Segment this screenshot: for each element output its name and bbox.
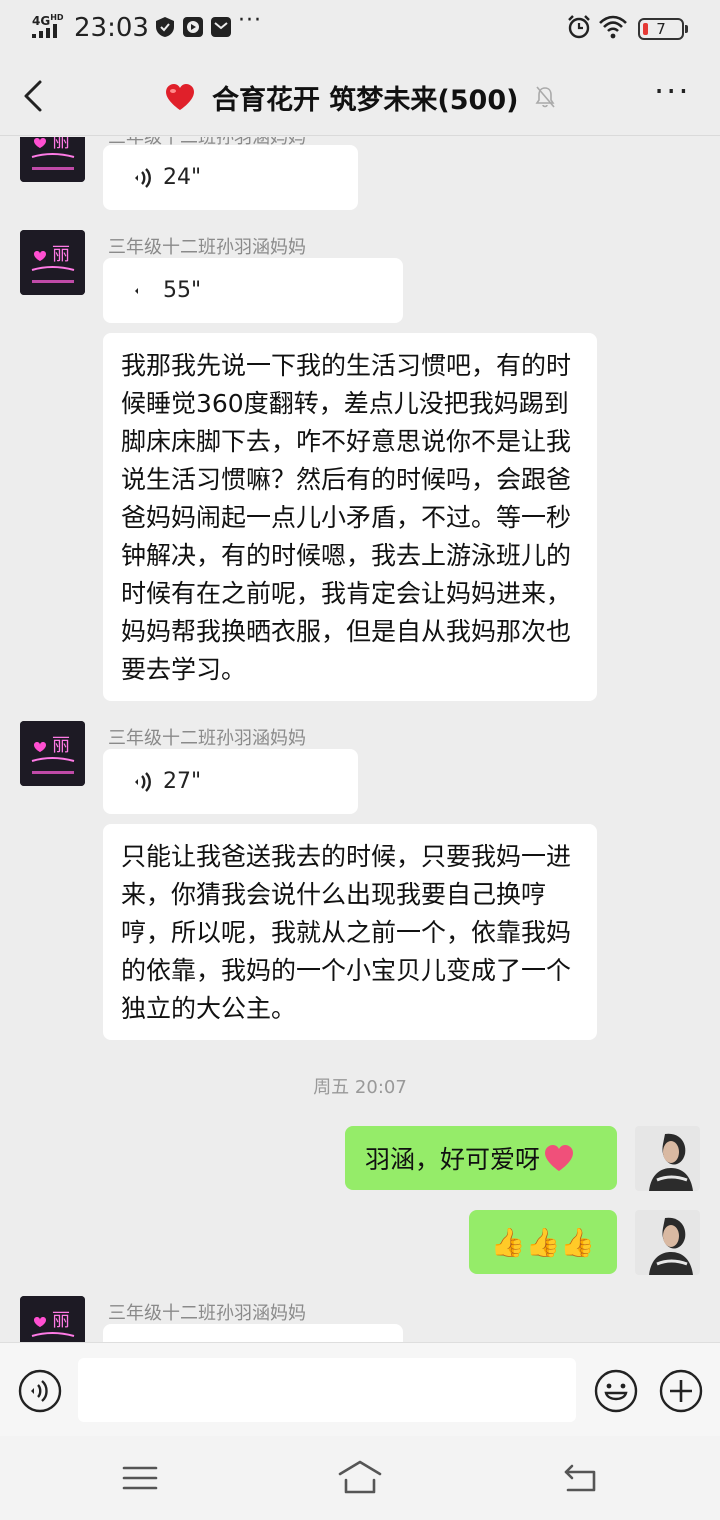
avatar[interactable]: 丽 <box>20 137 85 182</box>
back-nav-icon[interactable] <box>558 1458 602 1498</box>
svg-text:丽: 丽 <box>52 244 70 265</box>
back-icon[interactable] <box>16 76 52 116</box>
voice-message[interactable]: 27" <box>103 749 358 814</box>
voice-message[interactable]: 55" <box>103 258 403 323</box>
sender-name: 三年级十二班孙羽涵妈妈 <box>108 728 306 749</box>
menu-icon[interactable] <box>118 1458 162 1498</box>
voice-input-icon[interactable] <box>18 1369 62 1413</box>
more-icon: ··· <box>238 8 262 33</box>
self-text-message[interactable]: 羽涵，好可爱呀 <box>345 1126 617 1190</box>
wifi-icon <box>599 15 627 39</box>
timestamp: 周五 20:07 <box>313 1077 407 1098</box>
text-message[interactable]: 只能让我爸送我去的时候，只要我妈一进来，你猜我会说什么出现我要自己换哼哼，所以呢… <box>103 824 597 1040</box>
input-bar <box>0 1342 720 1436</box>
plus-icon[interactable] <box>659 1369 703 1413</box>
avatar[interactable]: 丽 <box>20 721 85 786</box>
voice-duration: 27" <box>163 769 202 794</box>
status-bar: 4GHD 23:03 ··· 7 <box>0 0 720 58</box>
signal-icon <box>32 24 57 38</box>
sender-name: 三年级十二班孙羽涵妈妈 <box>108 1303 306 1324</box>
voice-message[interactable] <box>103 1324 403 1342</box>
play-icon <box>183 17 203 37</box>
status-time: 23:03 <box>74 13 149 43</box>
voice-duration: 24" <box>163 165 202 190</box>
svg-text:丽: 丽 <box>52 137 70 152</box>
thumbs-up-emoji: 👍👍👍 <box>490 1225 596 1259</box>
voice-duration: 55" <box>163 278 202 303</box>
avatar[interactable]: 丽 <box>20 1296 85 1342</box>
alarm-icon <box>568 15 590 39</box>
navigation-bar <box>0 1436 720 1520</box>
chat-header: 合育花开 筑梦未来(500) ··· <box>0 58 720 136</box>
voice-icon <box>135 287 138 294</box>
voice-icon <box>135 167 151 188</box>
text-message[interactable]: 我那我先说一下我的生活习惯吧，有的时候睡觉360度翻转，差点儿没把我妈踢到脚床床… <box>103 333 597 701</box>
heart-icon <box>166 84 194 110</box>
more-options-icon[interactable]: ··· <box>654 75 694 116</box>
mute-icon <box>535 86 556 108</box>
chat-title: 合育花开 筑梦未来(500) <box>212 84 519 116</box>
battery-icon: 7 <box>638 18 688 40</box>
heart-emoji <box>545 1145 574 1171</box>
voice-message[interactable]: 24" <box>103 145 358 210</box>
message-text: 羽涵，好可爱呀 <box>365 1145 541 1174</box>
emoji-icon[interactable] <box>594 1369 638 1413</box>
self-avatar[interactable] <box>635 1210 700 1275</box>
svg-text:丽: 丽 <box>52 735 70 756</box>
self-avatar[interactable] <box>635 1126 700 1191</box>
sender-name: 三年级十二班孙羽涵妈妈 <box>108 237 306 258</box>
message-list[interactable]: 丽 三年级十二班孙羽涵妈妈 24" 丽 三年级十二班孙羽涵妈妈 55" 我那我先… <box>0 137 720 1342</box>
self-emoji-message[interactable]: 👍👍👍 <box>469 1210 617 1274</box>
message-input[interactable] <box>78 1358 576 1422</box>
message-text: 我那我先说一下我的生活习惯吧，有的时候睡觉360度翻转，差点儿没把我妈踢到脚床床… <box>121 351 572 684</box>
shield-icon <box>156 17 174 37</box>
mail-icon <box>211 17 231 37</box>
voice-icon <box>135 771 151 792</box>
svg-text:丽: 丽 <box>52 1310 70 1331</box>
message-text: 只能让我爸送我去的时候，只要我妈一进来，你猜我会说什么出现我要自己换哼哼，所以呢… <box>121 842 572 1023</box>
avatar[interactable]: 丽 <box>20 230 85 295</box>
chat-title-group: 合育花开 筑梦未来(500) <box>164 76 556 118</box>
home-icon[interactable] <box>336 1458 384 1498</box>
